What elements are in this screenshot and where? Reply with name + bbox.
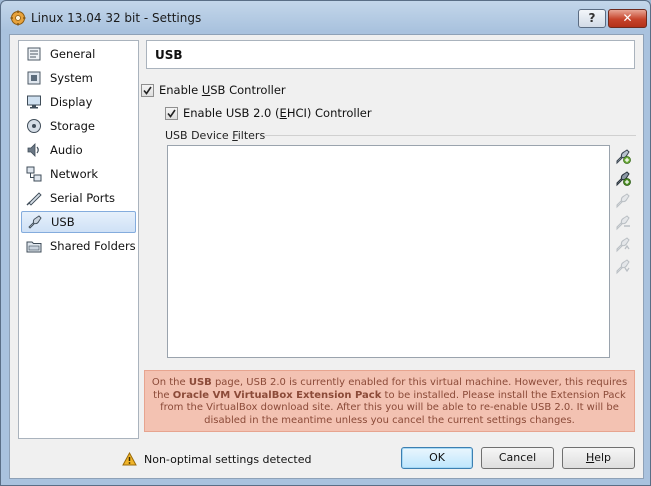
virtualbox-gear-icon (10, 10, 26, 26)
settings-window: Linux 13.04 32 bit - Settings ? ✕ Genera… (0, 0, 651, 486)
enable-usb-controller-checkbox[interactable]: Enable USB Controller (141, 83, 286, 97)
window-title: Linux 13.04 32 bit - Settings (31, 11, 202, 25)
status-indicator[interactable]: Non-optimal settings detected (122, 452, 312, 466)
enable-usb2-label: Enable USB 2.0 (EHCI) Controller (183, 106, 372, 120)
sidebar-item-general[interactable]: General (21, 43, 136, 65)
sidebar-item-label: Audio (50, 143, 83, 157)
label-accel: U (201, 83, 211, 97)
edit-usb-filter-icon (616, 193, 630, 209)
title-bar[interactable]: Linux 13.04 32 bit - Settings ? ✕ (1, 1, 650, 35)
add-usb-filter-icon (616, 149, 631, 165)
warning-triangle-icon (122, 452, 137, 466)
sidebar-item-shared-folders[interactable]: Shared Folders (21, 235, 136, 257)
sidebar-item-storage[interactable]: Storage (21, 115, 136, 137)
sidebar-item-audio[interactable]: Audio (21, 139, 136, 161)
checkbox-box[interactable] (141, 83, 154, 97)
cancel-button[interactable]: Cancel (481, 447, 554, 469)
help-button[interactable]: Help (562, 447, 635, 469)
sidebar-item-serial-ports[interactable]: Serial Ports (21, 187, 136, 209)
warning-bold-usb: USB (188, 377, 212, 388)
storage-icon (25, 117, 43, 135)
sidebar-item-label: USB (51, 215, 75, 229)
extension-pack-warning: On the USB page, USB 2.0 is currently en… (144, 370, 635, 432)
add-from-device-button[interactable] (614, 169, 632, 187)
network-icon (25, 165, 43, 183)
usb-device-filters-label: USB Device Filters (165, 129, 265, 142)
add-usb-from-device-icon (616, 171, 631, 187)
sidebar-item-label: Network (50, 167, 99, 181)
label-part: HCI) Controller (286, 106, 372, 120)
sidebar-item-label: General (50, 47, 96, 61)
button-label: elp (594, 451, 612, 464)
sidebar-item-system[interactable]: System (21, 67, 136, 89)
shared-folders-icon (25, 237, 43, 255)
sidebar-item-display[interactable]: Display (21, 91, 136, 113)
label-part: USB Device (165, 129, 233, 142)
audio-icon (25, 141, 43, 159)
move-up-usb-filter-icon (616, 237, 630, 253)
move-filter-up-button[interactable] (614, 235, 632, 253)
page-title: USB (155, 48, 183, 62)
enable-usb-controller-label: Enable USB Controller (159, 83, 286, 97)
sidebar-item-network[interactable]: Network (21, 163, 136, 185)
remove-usb-filter-icon (616, 215, 630, 231)
warning-text: On the (151, 377, 189, 388)
sidebar-item-label: Storage (50, 119, 95, 133)
edit-filter-button[interactable] (614, 191, 632, 209)
system-icon (25, 69, 43, 87)
sidebar-item-label: Serial Ports (50, 191, 115, 205)
page-header: USB (146, 40, 635, 69)
usb-filter-list[interactable] (167, 145, 610, 358)
button-accel: H (585, 451, 595, 464)
title-close-button[interactable]: ✕ (608, 9, 647, 28)
move-filter-down-button[interactable] (614, 257, 632, 275)
sidebar-item-label: Shared Folders (50, 239, 136, 253)
label-part: Enable USB 2.0 ( (183, 106, 280, 120)
usb-icon (26, 213, 44, 231)
label-part: Enable (159, 83, 202, 97)
warning-bold-extension-pack: Oracle VM VirtualBox Extension Pack (172, 389, 382, 401)
label-accel: E (279, 106, 287, 120)
display-icon (25, 93, 43, 111)
ok-button[interactable]: OK (401, 447, 473, 469)
add-filter-button[interactable] (614, 147, 632, 165)
serial-ports-icon (25, 189, 43, 207)
enable-usb2-checkbox[interactable]: Enable USB 2.0 (EHCI) Controller (165, 106, 372, 120)
dialog-body: General System Display Storage Audio Net… (9, 34, 644, 479)
sidebar-item-label: System (50, 71, 93, 85)
sidebar-item-usb[interactable]: USB (21, 211, 136, 233)
remove-filter-button[interactable] (614, 213, 632, 231)
sidebar-item-label: Display (50, 95, 93, 109)
general-icon (25, 45, 43, 63)
status-text: Non-optimal settings detected (144, 452, 312, 466)
move-down-usb-filter-icon (616, 259, 630, 275)
checkbox-box[interactable] (165, 106, 178, 120)
settings-sidebar: General System Display Storage Audio Net… (18, 40, 139, 439)
label-part: SB Controller (210, 83, 286, 97)
title-help-button[interactable]: ? (578, 9, 606, 28)
label-part: ilters (237, 129, 266, 142)
section-divider (265, 135, 636, 136)
